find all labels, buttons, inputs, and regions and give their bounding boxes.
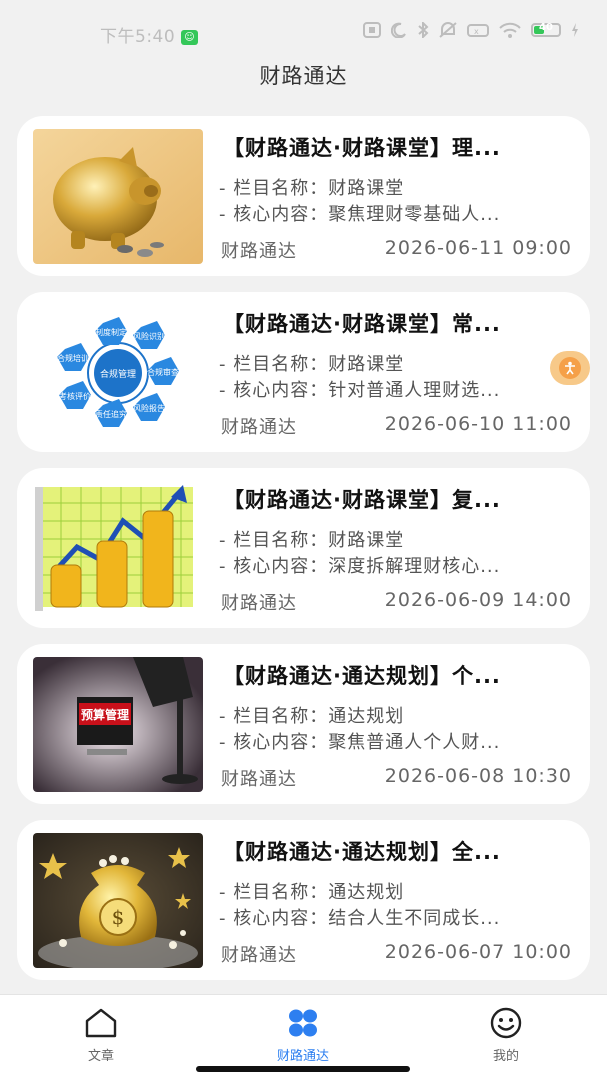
article-date: 2026-06-11 09:00 xyxy=(384,237,572,259)
sim-badge-icon: ☺ xyxy=(181,30,199,45)
article-title: 【财路通达·财路课堂】常... xyxy=(223,312,501,336)
smile-icon xyxy=(490,1007,522,1039)
thumb-label: 责任追究 xyxy=(95,409,127,419)
thumb-sign-text: 预算管理 xyxy=(81,707,129,722)
article-thumbnail-compliance-diagram: 合规管理 制度制定 风险识别 合规审查 风险报告 责任追究 考核评价 合规培训 xyxy=(33,305,203,440)
article-source: 财路通达 xyxy=(221,769,297,790)
status-icons: x 40 xyxy=(363,22,579,38)
article-source: 财路通达 xyxy=(221,593,297,614)
article-title: 【财路通达·通达规划】全... xyxy=(223,840,501,864)
status-time: 下午5:40 ☺ xyxy=(100,22,199,47)
article-card[interactable]: 【财路通达·财路课堂】复... - 栏目名称：财路课堂 - 核心内容：深度拆解理… xyxy=(17,468,590,628)
home-icon xyxy=(85,1008,117,1038)
svg-text:x: x xyxy=(474,27,479,36)
page-title: 财路通达 xyxy=(259,64,348,88)
charging-icon xyxy=(572,23,578,37)
article-date: 2026-06-09 14:00 xyxy=(384,589,572,611)
tab-label: 我的 xyxy=(492,1049,519,1064)
article-column: - 栏目名称：财路课堂 xyxy=(219,530,405,551)
article-card[interactable]: 预算管理 【财路通达·通达规划】个... - 栏目名称：通达规划 - 核心内容：… xyxy=(17,644,590,804)
article-thumbnail-coin-chart xyxy=(33,481,203,616)
article-date: 2026-06-08 10:30 xyxy=(384,765,572,787)
thumb-label: 风险识别 xyxy=(133,331,165,341)
moon-icon xyxy=(391,22,406,38)
article-thumbnail-piggy-bank xyxy=(33,129,203,264)
article-thumbnail-money-bag: $ xyxy=(33,833,203,968)
article-summary: - 核心内容：结合人生不同成长... xyxy=(219,908,501,929)
thumb-label: 合规审查 xyxy=(147,367,179,377)
article-source: 财路通达 xyxy=(221,241,297,262)
article-summary: - 核心内容：聚焦理财零基础人... xyxy=(219,204,501,225)
article-column: - 栏目名称：财路课堂 xyxy=(219,354,405,375)
article-source: 财路通达 xyxy=(221,417,297,438)
article-summary: - 核心内容：针对普通人理财选... xyxy=(219,380,501,401)
home-indicator[interactable] xyxy=(196,1066,410,1072)
article-title: 【财路通达·财路课堂】理... xyxy=(223,136,501,160)
tab-label: 财路通达 xyxy=(276,1049,329,1064)
article-source: 财路通达 xyxy=(221,945,297,966)
article-title: 【财路通达·通达规划】个... xyxy=(223,664,501,688)
thumb-label: 考核评价 xyxy=(59,391,91,401)
article-date: 2026-06-10 11:00 xyxy=(384,413,572,435)
bluetooth-icon xyxy=(418,22,429,38)
wifi-icon xyxy=(499,22,521,38)
article-card[interactable]: $ 【财路通达·通达规划】全... - 栏目名称：通达规划 - 核心内容：结合人… xyxy=(17,820,590,980)
thumb-label: 合规培训 xyxy=(57,353,89,363)
signal-icon: x xyxy=(467,24,489,37)
grid-icon xyxy=(289,1009,317,1037)
article-column: - 栏目名称：通达规划 xyxy=(219,882,405,903)
status-time-text: 下午5:40 xyxy=(100,27,176,47)
floating-accessibility-button[interactable] xyxy=(550,351,590,385)
nfc-icon xyxy=(363,22,381,38)
thumb-label: 风险报告 xyxy=(133,403,165,413)
mute-icon xyxy=(439,22,457,38)
tab-articles[interactable]: 文章 xyxy=(41,1007,161,1064)
status-bar: 下午5:40 ☺ x 40 xyxy=(0,0,607,60)
article-title: 【财路通达·财路课堂】复... xyxy=(223,488,501,512)
article-list: 【财路通达·财路课堂】理... - 栏目名称：财路课堂 - 核心内容：聚焦理财零… xyxy=(17,116,590,996)
accessibility-icon xyxy=(559,357,581,379)
battery-icon: 40 xyxy=(531,22,561,37)
article-thumbnail-budget: 预算管理 xyxy=(33,657,203,792)
article-summary: - 核心内容：深度拆解理财核心... xyxy=(219,556,501,577)
article-date: 2026-06-07 10:00 xyxy=(384,941,572,963)
article-card[interactable]: 合规管理 制度制定 风险识别 合规审查 风险报告 责任追究 考核评价 合规培训 … xyxy=(17,292,590,452)
tab-cailu-tongda[interactable]: 财路通达 xyxy=(243,1007,363,1064)
article-card[interactable]: 【财路通达·财路课堂】理... - 栏目名称：财路课堂 - 核心内容：聚焦理财零… xyxy=(17,116,590,276)
thumb-label-center: 合规管理 xyxy=(100,368,136,380)
article-column: - 栏目名称：财路课堂 xyxy=(219,178,405,199)
svg-text:$: $ xyxy=(112,905,125,929)
thumb-label: 制度制定 xyxy=(95,327,127,337)
battery-level: 40 xyxy=(539,22,553,33)
tab-label: 文章 xyxy=(87,1049,114,1064)
tab-mine[interactable]: 我的 xyxy=(446,1007,566,1064)
article-column: - 栏目名称：通达规划 xyxy=(219,706,405,727)
article-summary: - 核心内容：聚焦普通人个人财... xyxy=(219,732,501,753)
